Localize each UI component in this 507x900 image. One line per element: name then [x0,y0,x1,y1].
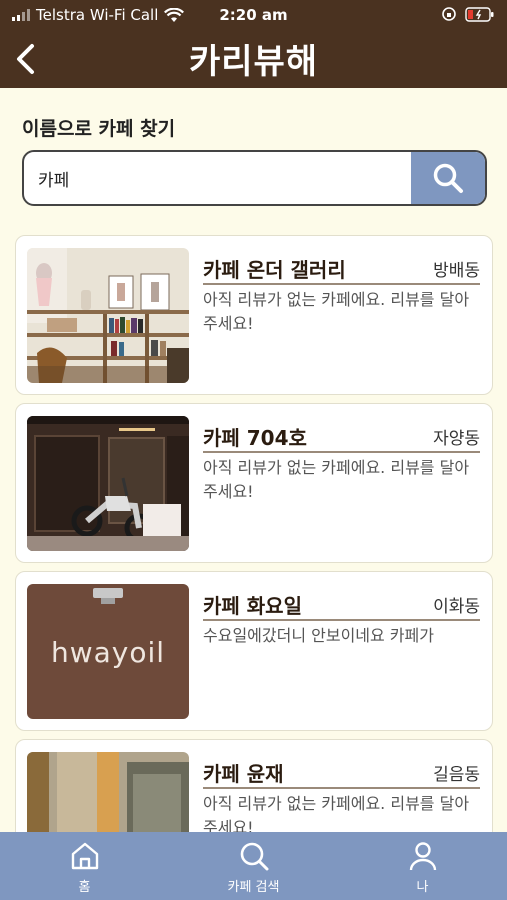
cafe-location: 자양동 [433,429,480,449]
tab-profile[interactable]: 나 [338,832,507,900]
cafe-review: 수요일에갔더니 안보이네요 카페가 [203,626,434,645]
tab-label: 나 [416,880,429,895]
tab-label: 홈 [78,880,91,895]
tab-bar: 홈 카페 검색 나 [0,832,507,900]
home-icon [71,842,98,870]
app-header: 카리뷰해 [0,30,507,88]
divider [203,451,480,453]
cafe-location: 방배동 [433,261,480,281]
divider [203,619,480,621]
search-icon [240,842,268,871]
cafe-list: 카페 온더 갤러리 방배동 아직 리뷰가 없는 카페에요. 리뷰를 달아주세요! [15,235,493,832]
cafe-card[interactable]: 카페 온더 갤러리 방배동 아직 리뷰가 없는 카페에요. 리뷰를 달아주세요! [15,235,493,395]
cafe-photo [27,248,189,383]
cafe-review: 아직 리뷰가 없는 카페에요. 리뷰를 달아주세요! [203,290,470,333]
cafe-name: 카페 윤재 [203,762,284,786]
cafe-name: 카페 704호 [203,426,307,450]
cafe-photo [27,752,189,832]
tab-cafe-search[interactable]: 카페 검색 [169,832,338,900]
tab-home[interactable]: 홈 [0,832,169,900]
cafe-card[interactable]: hwayoil 카페 화요일 이화동 수요일에갔더니 안보이네요 카페가 [15,571,493,731]
page-title: 카리뷰해 [188,42,319,82]
cafe-sign-text: hwayoil [51,636,165,669]
cafe-location: 길음동 [433,765,480,785]
cafe-name: 카페 화요일 [203,594,302,618]
back-button[interactable] [10,40,46,78]
search-icon [433,163,463,193]
divider [203,787,480,789]
divider [203,283,480,285]
cafe-name: 카페 온더 갤러리 [203,258,346,282]
cafe-card[interactable]: 카페 704호 자양동 아직 리뷰가 없는 카페에요. 리뷰를 달아주세요! [15,403,493,563]
search-box [22,150,487,206]
battery-low-icon [465,6,494,22]
cafe-photo [27,416,189,551]
cafe-photo: hwayoil [27,584,189,719]
search-section-label: 이름으로 카페 찾기 [22,118,176,140]
cafe-location: 이화동 [433,597,480,617]
user-icon [409,842,436,871]
tab-label: 카페 검색 [227,880,280,895]
orientation-lock-icon [442,7,456,21]
search-button[interactable] [411,152,485,204]
cafe-review: 아직 리뷰가 없는 카페에요. 리뷰를 달아주세요! [203,794,470,832]
search-input[interactable] [24,152,414,204]
status-time: 2:20 am [219,6,288,24]
cafe-review: 아직 리뷰가 없는 카페에요. 리뷰를 달아주세요! [203,458,470,501]
chevron-left-icon [17,44,34,74]
cafe-card[interactable]: 카페 윤재 길음동 아직 리뷰가 없는 카페에요. 리뷰를 달아주세요! [15,739,493,832]
status-bar: Telstra Wi-Fi Call 2:20 am [0,0,507,30]
